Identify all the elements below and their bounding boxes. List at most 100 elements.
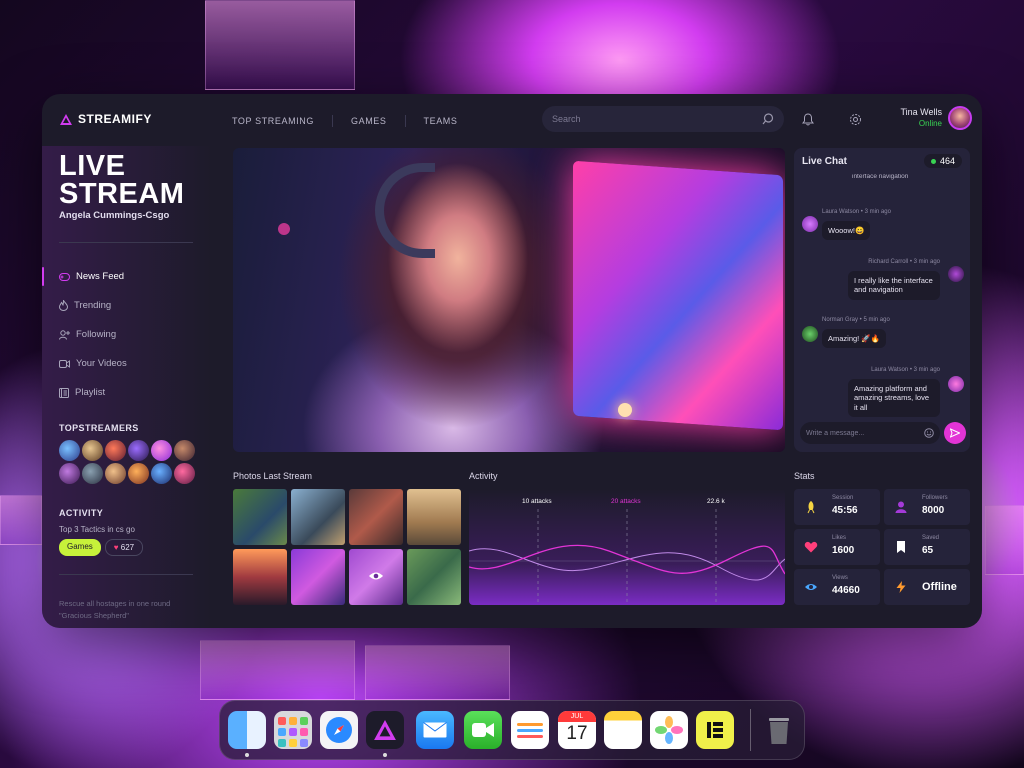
photo-thumbnail[interactable] [407, 489, 461, 545]
top-navigation: STREAMIFY TOP STREAMING GAMES TEAMS Sear… [42, 94, 982, 146]
nav-top-streaming[interactable]: TOP STREAMING [232, 116, 314, 126]
brand-name: STREAMIFY [78, 112, 152, 126]
stat-label: Followers [922, 495, 948, 501]
user-profile[interactable]: Tina Wells Online [900, 106, 972, 130]
app-window: STREAMIFY TOP STREAMING GAMES TEAMS Sear… [42, 94, 982, 628]
nav-divider [331, 115, 333, 127]
facetime-icon[interactable] [464, 711, 502, 749]
photo-thumbnail[interactable] [349, 489, 403, 545]
streamify-icon[interactable] [366, 711, 404, 749]
send-button[interactable] [944, 422, 966, 444]
streamer-avatar[interactable] [59, 440, 80, 461]
trash-icon[interactable] [760, 711, 798, 749]
finder-icon[interactable] [228, 711, 266, 749]
photo-thumbnail[interactable] [407, 549, 461, 605]
chat-message: Norman Gray • 5 min ago Amazing! 🚀🔥 [822, 316, 890, 348]
user-status: Online [918, 119, 942, 128]
photo-thumbnail[interactable] [233, 549, 287, 605]
sidebar-item-your-videos[interactable]: Your Videos [42, 349, 212, 378]
nav-links: TOP STREAMING GAMES TEAMS [232, 115, 458, 127]
photo-thumbnail[interactable] [291, 489, 345, 545]
photo-thumbnail[interactable] [349, 549, 403, 605]
bolt-icon [896, 581, 906, 593]
playlist-icon [59, 387, 69, 398]
streamer-avatar[interactable] [128, 463, 149, 484]
streamer-avatar[interactable] [59, 463, 80, 484]
dock: JUL 17 [219, 700, 805, 760]
streamer-avatar[interactable] [105, 463, 126, 484]
dock-running-indicator [383, 753, 387, 757]
reminders-icon[interactable] [511, 711, 549, 749]
activity-heading: ACTIVITY [59, 508, 104, 518]
notes-icon[interactable] [604, 711, 642, 749]
elementor-icon[interactable] [696, 711, 734, 749]
emoji-icon[interactable] [924, 428, 934, 438]
bell-icon[interactable] [799, 110, 817, 128]
streamer-avatar[interactable] [151, 463, 172, 484]
photo-thumbnail[interactable] [291, 549, 345, 605]
stat-value: 8000 [922, 505, 945, 516]
streamer-avatar[interactable] [82, 463, 103, 484]
stat-value: 1600 [832, 545, 855, 556]
sidebar-item-label: Playlist [75, 387, 106, 398]
sidebar-item-trending[interactable]: Trending [42, 291, 212, 320]
streamer-avatar[interactable] [128, 440, 149, 461]
stat-value: 44660 [832, 585, 860, 596]
tag-games[interactable]: Games [59, 539, 101, 556]
sidebar-item-news-feed[interactable]: News Feed [42, 262, 212, 291]
stat-label: Likes [832, 535, 847, 541]
search-bar[interactable]: Search [542, 106, 784, 132]
chat-message: Richard Carroll • 3 min ago I really lik… [848, 258, 940, 300]
avatar[interactable] [948, 106, 972, 130]
topstreamers-list [59, 440, 199, 484]
avatar[interactable] [802, 216, 818, 232]
avatar[interactable] [948, 376, 964, 392]
eye-icon [805, 584, 817, 590]
launchpad-icon[interactable] [274, 711, 312, 749]
calendar-icon[interactable]: JUL 17 [558, 711, 596, 749]
tag-count[interactable]: ♥ 627 [104, 539, 144, 556]
activity-chart-heading: Activity [469, 471, 498, 481]
page-title: LIVE STREAM [59, 152, 184, 209]
stat-session: Session 45:56 [794, 489, 880, 525]
stat-followers: Followers 8000 [884, 489, 970, 525]
stat-value: Offline [922, 581, 957, 593]
nav-teams[interactable]: TEAMS [424, 116, 458, 126]
streamer-avatar[interactable] [174, 440, 195, 461]
stat-label: Session [832, 495, 854, 501]
streamer-avatar[interactable] [151, 440, 172, 461]
safari-icon[interactable] [320, 711, 358, 749]
gear-icon[interactable] [846, 110, 864, 128]
chat-header: Live Chat 464 [794, 148, 970, 174]
activity-footer-line2: "Gracious Shepherd" [59, 611, 129, 620]
live-video-player[interactable] [233, 148, 785, 452]
heart-icon: ♥ [113, 543, 119, 552]
activity-label: 10 attacks [522, 498, 552, 505]
chat-message-text: Wooow!😀 [822, 220, 871, 240]
search-icon[interactable] [762, 113, 774, 125]
streamer-avatar[interactable] [105, 440, 126, 461]
search-input[interactable]: Search [552, 114, 581, 124]
nav-games[interactable]: GAMES [351, 116, 387, 126]
user-name: Tina Wells [900, 107, 942, 117]
sidebar-item-following[interactable]: Following [42, 320, 212, 349]
headset [375, 163, 435, 258]
brand-logo[interactable]: STREAMIFY [60, 112, 152, 126]
mail-icon[interactable] [416, 711, 454, 749]
eye-icon [369, 572, 383, 580]
topstreamers-heading: TOPSTREAMERS [59, 423, 139, 433]
chat-message-meta: Norman Gray • 5 min ago [822, 317, 890, 323]
photos-icon[interactable] [650, 711, 688, 749]
avatar[interactable] [948, 266, 964, 282]
divider [59, 242, 193, 243]
sidebar-item-playlist[interactable]: Playlist [42, 378, 212, 407]
chat-message-meta: Laura Watson • 3 min ago [822, 209, 891, 215]
background-glow-bar [0, 495, 42, 545]
chat-input[interactable]: Write a message... [800, 422, 940, 444]
streamer-avatar[interactable] [82, 440, 103, 461]
tag-count-value: 627 [120, 543, 135, 552]
streamer-avatar[interactable] [174, 463, 195, 484]
avatar[interactable] [802, 326, 818, 342]
stat-value: 45:56 [832, 505, 858, 516]
photo-thumbnail[interactable] [233, 489, 287, 545]
